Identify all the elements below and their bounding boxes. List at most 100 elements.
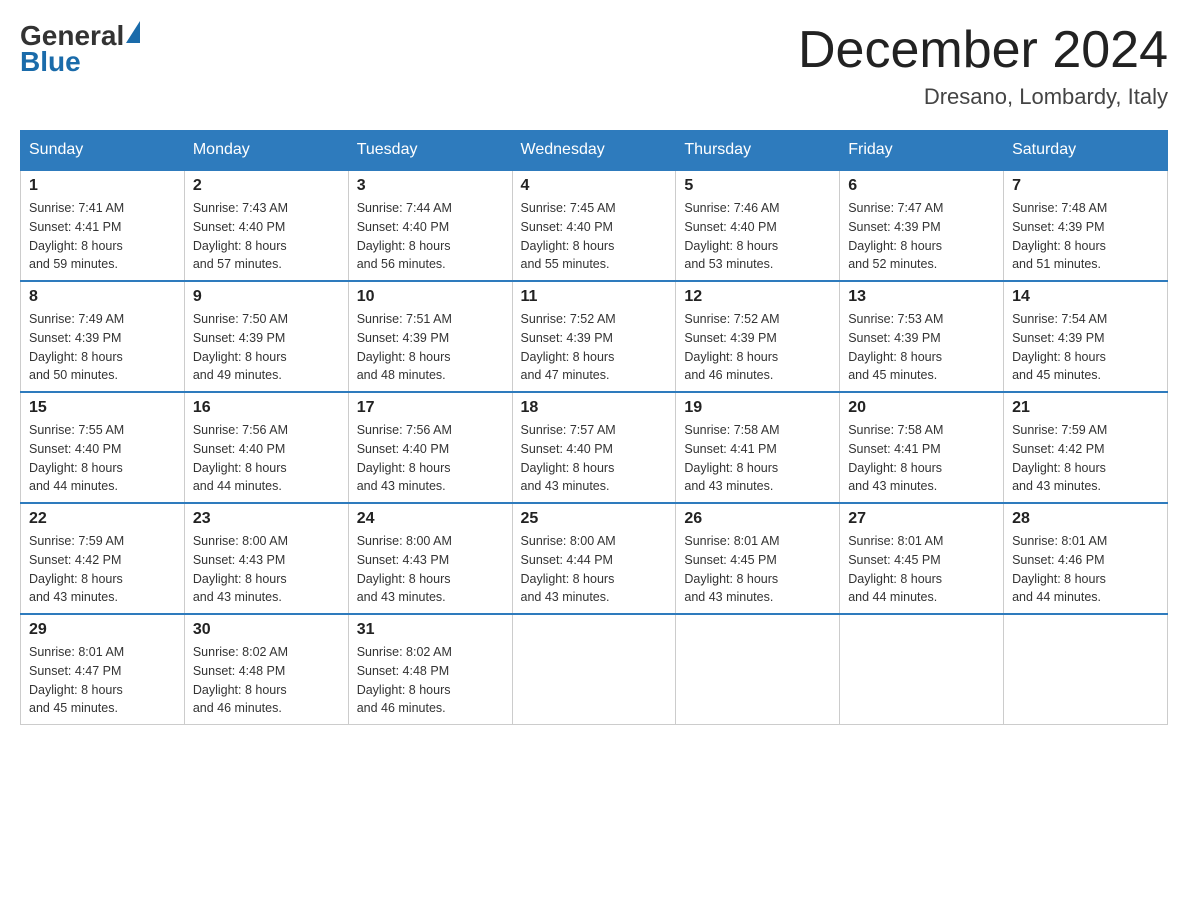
day-detail-line: and 48 minutes.: [357, 368, 446, 382]
day-detail-line: Sunrise: 7:53 AM: [848, 312, 943, 326]
day-detail-line: Sunrise: 8:01 AM: [684, 534, 779, 548]
calendar-cell: 25Sunrise: 8:00 AMSunset: 4:44 PMDayligh…: [512, 503, 676, 614]
day-detail-line: Daylight: 8 hours: [193, 683, 287, 697]
day-detail-line: Sunset: 4:45 PM: [684, 553, 776, 567]
day-detail-line: Sunrise: 8:02 AM: [193, 645, 288, 659]
day-detail-line: Sunset: 4:40 PM: [357, 442, 449, 456]
day-info: Sunrise: 8:02 AMSunset: 4:48 PMDaylight:…: [357, 643, 504, 718]
calendar-cell: 14Sunrise: 7:54 AMSunset: 4:39 PMDayligh…: [1004, 281, 1168, 392]
day-info: Sunrise: 8:00 AMSunset: 4:43 PMDaylight:…: [357, 532, 504, 607]
day-number: 18: [521, 399, 668, 417]
day-info: Sunrise: 8:01 AM Sunset: 4:46 PM Daylight:…: [1012, 532, 1159, 607]
day-number: 4: [521, 177, 668, 195]
day-detail-line: Sunrise: 8:01 AM: [29, 645, 124, 659]
day-detail-line: Daylight: 8 hours: [1012, 572, 1106, 586]
day-detail-line: Daylight: 8 hours: [357, 461, 451, 475]
day-detail-line: Daylight: 8 hours: [521, 572, 615, 586]
calendar-cell: 22Sunrise: 7:59 AMSunset: 4:42 PMDayligh…: [21, 503, 185, 614]
day-info: Sunrise: 7:47 AMSunset: 4:39 PMDaylight:…: [848, 199, 995, 274]
day-detail-line: Sunrise: 7:52 AM: [521, 312, 616, 326]
day-detail-line: Sunset: 4:46 PM: [1012, 553, 1104, 567]
calendar-cell: 20Sunrise: 7:58 AMSunset: 4:41 PMDayligh…: [840, 392, 1004, 503]
day-detail-line: Sunset: 4:41 PM: [848, 442, 940, 456]
day-detail-line: Daylight: 8 hours: [521, 461, 615, 475]
day-detail-line: Daylight: 8 hours: [521, 239, 615, 253]
calendar-cell: 29Sunrise: 8:01 AMSunset: 4:47 PMDayligh…: [21, 614, 185, 725]
day-number: 16: [193, 399, 340, 417]
day-detail-line: Daylight: 8 hours: [29, 683, 123, 697]
day-detail-line: and 43 minutes.: [684, 590, 773, 604]
day-detail-line: Sunrise: 7:45 AM: [521, 201, 616, 215]
calendar-table: SundayMondayTuesdayWednesdayThursdayFrid…: [20, 130, 1168, 725]
day-detail-line: Daylight: 8 hours: [848, 239, 942, 253]
day-info: Sunrise: 7:53 AMSunset: 4:39 PMDaylight:…: [848, 310, 995, 385]
month-title: December 2024: [798, 20, 1168, 80]
calendar-cell: 31Sunrise: 8:02 AMSunset: 4:48 PMDayligh…: [348, 614, 512, 725]
calendar-cell: 9Sunrise: 7:50 AMSunset: 4:39 PMDaylight…: [184, 281, 348, 392]
calendar-header-tuesday: Tuesday: [348, 131, 512, 171]
day-detail-line: Sunrise: 7:43 AM: [193, 201, 288, 215]
day-detail-line: and 43 minutes.: [1012, 479, 1101, 493]
calendar-cell: 12Sunrise: 7:52 AMSunset: 4:39 PMDayligh…: [676, 281, 840, 392]
day-detail-line: Sunrise: 7:41 AM: [29, 201, 124, 215]
calendar-header-saturday: Saturday: [1004, 131, 1168, 171]
day-detail-line: Sunset: 4:41 PM: [684, 442, 776, 456]
calendar-cell: 27Sunrise: 8:01 AMSunset: 4:45 PMDayligh…: [840, 503, 1004, 614]
day-detail-line: and 47 minutes.: [521, 368, 610, 382]
day-info: Sunrise: 7:59 AMSunset: 4:42 PMDaylight:…: [1012, 421, 1159, 496]
day-detail-line: Sunrise: 7:54 AM: [1012, 312, 1107, 326]
day-number: 10: [357, 288, 504, 306]
day-detail-line: Sunrise: 7:47 AM: [848, 201, 943, 215]
logo: General Blue: [20, 20, 140, 78]
day-info: Sunrise: 8:02 AMSunset: 4:48 PMDaylight:…: [193, 643, 340, 718]
day-detail-line: and 46 minutes.: [684, 368, 773, 382]
day-number: 22: [29, 510, 176, 528]
day-info: Sunrise: 8:01 AMSunset: 4:47 PMDaylight:…: [29, 643, 176, 718]
calendar-cell: 21Sunrise: 7:59 AMSunset: 4:42 PMDayligh…: [1004, 392, 1168, 503]
day-number: 26: [684, 510, 831, 528]
calendar-header-monday: Monday: [184, 131, 348, 171]
day-detail-line: Sunset: 4:40 PM: [521, 442, 613, 456]
day-detail-line: Sunset: 4:40 PM: [521, 220, 613, 234]
day-number: 12: [684, 288, 831, 306]
day-detail-line: Sunset: 4:39 PM: [29, 331, 121, 345]
day-detail-line: Sunrise: 7:52 AM: [684, 312, 779, 326]
day-detail-line: Sunrise: 8:01 AM: [1012, 534, 1107, 548]
day-detail-line: Daylight: 8 hours: [29, 239, 123, 253]
calendar-cell: 3Sunrise: 7:44 AMSunset: 4:40 PMDaylight…: [348, 170, 512, 281]
day-detail-line: Daylight: 8 hours: [193, 350, 287, 364]
day-detail-line: and 57 minutes.: [193, 257, 282, 271]
day-detail-line: Sunrise: 8:01 AM: [848, 534, 943, 548]
day-detail-line: and 49 minutes.: [193, 368, 282, 382]
day-info: Sunrise: 7:48 AMSunset: 4:39 PMDaylight:…: [1012, 199, 1159, 274]
day-detail-line: and 43 minutes.: [848, 479, 937, 493]
day-number: 20: [848, 399, 995, 417]
day-detail-line: Daylight: 8 hours: [29, 572, 123, 586]
calendar-cell: 5Sunrise: 7:46 AMSunset: 4:40 PMDaylight…: [676, 170, 840, 281]
day-info: Sunrise: 7:45 AM Sunset: 4:40 PM Daylight:…: [521, 199, 668, 274]
calendar-cell: [840, 614, 1004, 725]
calendar-cell: 13Sunrise: 7:53 AMSunset: 4:39 PMDayligh…: [840, 281, 1004, 392]
day-detail-line: Daylight: 8 hours: [357, 350, 451, 364]
calendar-cell: [676, 614, 840, 725]
day-detail-line: and 43 minutes.: [684, 479, 773, 493]
calendar-cell: 4 Sunrise: 7:45 AM Sunset: 4:40 PM Daylight…: [512, 170, 676, 281]
day-detail-line: and 43 minutes.: [521, 479, 610, 493]
day-info: Sunrise: 8:01 AMSunset: 4:45 PMDaylight:…: [848, 532, 995, 607]
day-detail-line: Sunrise: 7:49 AM: [29, 312, 124, 326]
day-info: Sunrise: 7:52 AMSunset: 4:39 PMDaylight:…: [521, 310, 668, 385]
location-text: Dresano, Lombardy, Italy: [798, 84, 1168, 110]
day-detail-line: and 43 minutes.: [357, 590, 446, 604]
day-detail-line: and 43 minutes.: [521, 590, 610, 604]
calendar-cell: 8Sunrise: 7:49 AMSunset: 4:39 PMDaylight…: [21, 281, 185, 392]
day-detail-line: Daylight: 8 hours: [684, 239, 778, 253]
day-detail-line: and 46 minutes.: [357, 701, 446, 715]
calendar-cell: 26Sunrise: 8:01 AMSunset: 4:45 PMDayligh…: [676, 503, 840, 614]
day-info: Sunrise: 7:46 AMSunset: 4:40 PMDaylight:…: [684, 199, 831, 274]
day-detail-line: Sunset: 4:39 PM: [357, 331, 449, 345]
day-detail-line: Sunrise: 7:51 AM: [357, 312, 452, 326]
day-detail-line: Daylight: 8 hours: [193, 239, 287, 253]
calendar-cell: 28Sunrise: 8:01 AMSunset: 4:46 PMDayligh…: [1004, 503, 1168, 614]
day-info: Sunrise: 7:55 AMSunset: 4:40 PMDaylight:…: [29, 421, 176, 496]
day-number: 8: [29, 288, 176, 306]
